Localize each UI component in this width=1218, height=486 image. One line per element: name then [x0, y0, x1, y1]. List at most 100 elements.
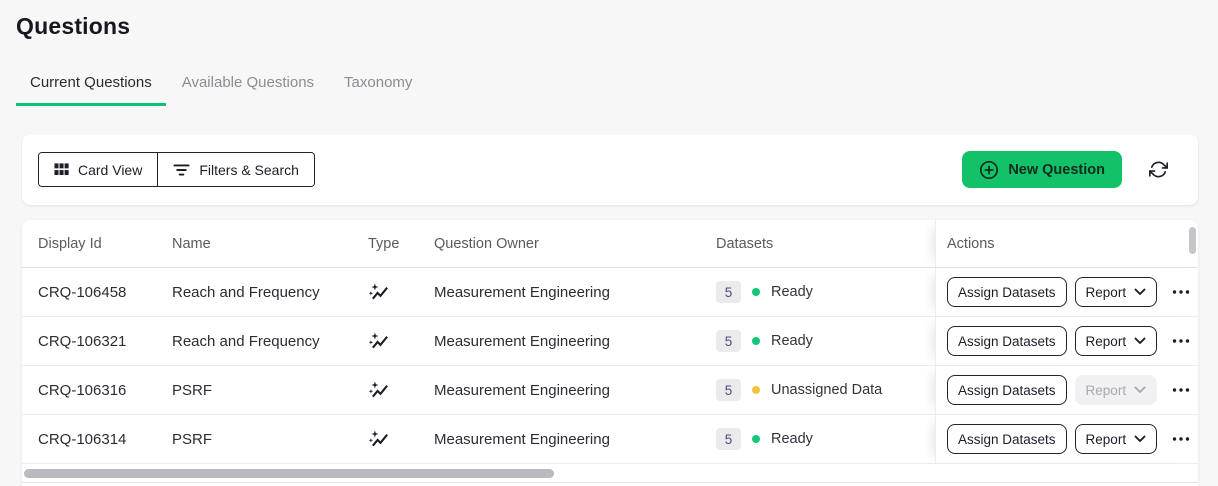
datasets-cell: 5 Ready: [711, 281, 935, 303]
type-cell: [368, 380, 434, 401]
status-dot: [752, 337, 760, 345]
name-cell: PSRF: [172, 431, 368, 448]
name-cell: PSRF: [172, 382, 368, 399]
owner-cell: Measurement Engineering: [434, 382, 711, 399]
name-cell: Reach and Frequency: [172, 333, 368, 350]
report-button[interactable]: Report: [1075, 326, 1158, 356]
status-label: Ready: [771, 431, 813, 447]
status-label: Ready: [771, 284, 813, 300]
sparkle-trend-icon: [368, 429, 391, 450]
status-dot: [752, 386, 760, 394]
display-id-cell: CRQ-106321: [22, 333, 172, 350]
table-row: CRQ-106314 PSRF Measurement Engineering …: [22, 415, 1198, 464]
datasets-count-badge: 5: [716, 281, 741, 303]
actions-cell: Assign Datasets Report: [935, 415, 1198, 463]
table-row: CRQ-106316 PSRF Measurement Engineering …: [22, 366, 1198, 415]
column-header-name[interactable]: Name: [172, 236, 368, 252]
more-actions-button[interactable]: [1167, 335, 1195, 347]
chevron-down-icon: [1134, 337, 1146, 345]
ellipsis-icon: [1172, 437, 1190, 441]
assign-datasets-label: Assign Datasets: [958, 432, 1056, 447]
datasets-cell: 5 Ready: [711, 330, 935, 352]
datasets-count-badge: 5: [716, 379, 741, 401]
assign-datasets-button[interactable]: Assign Datasets: [947, 424, 1067, 454]
column-header-actions: Actions: [935, 220, 1198, 267]
assign-datasets-label: Assign Datasets: [958, 334, 1056, 349]
owner-cell: Measurement Engineering: [434, 333, 711, 350]
display-id-cell: CRQ-106458: [22, 284, 172, 301]
horizontal-scrollbar-thumb[interactable]: [24, 469, 554, 478]
sparkle-trend-icon: [368, 331, 391, 352]
ellipsis-icon: [1172, 388, 1190, 392]
report-button[interactable]: Report: [1075, 424, 1158, 454]
status-label: Ready: [771, 333, 813, 349]
toolbar-right: New Question: [962, 151, 1182, 188]
sparkle-trend-icon: [368, 380, 391, 401]
type-cell: [368, 282, 434, 303]
datasets-count-badge: 5: [716, 428, 741, 450]
status-dot: [752, 435, 760, 443]
tab-bar: Current Questions Available Questions Ta…: [16, 74, 426, 106]
vertical-scrollbar-thumb[interactable]: [1189, 227, 1196, 254]
report-label: Report: [1086, 285, 1127, 300]
tab-taxonomy[interactable]: Taxonomy: [330, 74, 426, 106]
ellipsis-icon: [1172, 290, 1190, 294]
plus-circle-icon: [979, 160, 999, 180]
actions-cell: Assign Datasets Report: [935, 268, 1198, 316]
table-body: CRQ-106458 Reach and Frequency Measureme…: [22, 268, 1198, 464]
actions-cell: Assign Datasets Report: [935, 366, 1198, 414]
more-actions-button[interactable]: [1167, 286, 1195, 298]
display-id-cell: CRQ-106316: [22, 382, 172, 399]
chevron-down-icon: [1134, 386, 1146, 394]
type-cell: [368, 331, 434, 352]
column-header-owner[interactable]: Question Owner: [434, 236, 711, 252]
assign-datasets-button[interactable]: Assign Datasets: [947, 326, 1067, 356]
filters-search-button[interactable]: Filters & Search: [157, 153, 314, 186]
refresh-button[interactable]: [1147, 158, 1170, 181]
ellipsis-icon: [1172, 339, 1190, 343]
report-label: Report: [1086, 334, 1127, 349]
chevron-down-icon: [1134, 435, 1146, 443]
report-button[interactable]: Report: [1075, 277, 1158, 307]
datasets-cell: 5 Ready: [711, 428, 935, 450]
status-dot: [752, 288, 760, 296]
owner-cell: Measurement Engineering: [434, 284, 711, 301]
actions-cell: Assign Datasets Report: [935, 317, 1198, 365]
tab-current-questions[interactable]: Current Questions: [16, 74, 166, 106]
display-id-cell: CRQ-106314: [22, 431, 172, 448]
status-label: Unassigned Data: [771, 382, 882, 398]
toolbar: Card View Filters & Search New Question: [22, 134, 1198, 205]
table-row: CRQ-106458 Reach and Frequency Measureme…: [22, 268, 1198, 317]
column-header-datasets[interactable]: Datasets: [711, 236, 935, 252]
assign-datasets-label: Assign Datasets: [958, 285, 1056, 300]
column-header-display-id[interactable]: Display Id: [22, 236, 172, 252]
questions-table: Display Id Name Type Question Owner Data…: [22, 220, 1198, 486]
column-header-type[interactable]: Type: [368, 236, 434, 252]
report-label: Report: [1086, 432, 1127, 447]
card-view-label: Card View: [78, 162, 142, 178]
card-view-button[interactable]: Card View: [39, 153, 157, 186]
sparkle-trend-icon: [368, 282, 391, 303]
assign-datasets-label: Assign Datasets: [958, 383, 1056, 398]
view-filter-button-group: Card View Filters & Search: [38, 152, 315, 187]
assign-datasets-button[interactable]: Assign Datasets: [947, 375, 1067, 405]
datasets-cell: 5 Unassigned Data: [711, 379, 935, 401]
new-question-button[interactable]: New Question: [962, 151, 1122, 188]
report-button[interactable]: Report: [1075, 375, 1158, 405]
report-label: Report: [1086, 383, 1127, 398]
horizontal-scrollbar: [22, 464, 1198, 483]
more-actions-button[interactable]: [1167, 384, 1195, 396]
table-header-row: Display Id Name Type Question Owner Data…: [22, 220, 1198, 268]
grid-icon: [54, 162, 69, 177]
tab-available-questions[interactable]: Available Questions: [168, 74, 328, 106]
chevron-down-icon: [1134, 288, 1146, 296]
page-title: Questions: [16, 13, 130, 40]
refresh-icon: [1149, 160, 1168, 179]
assign-datasets-button[interactable]: Assign Datasets: [947, 277, 1067, 307]
filters-search-label: Filters & Search: [199, 162, 299, 178]
owner-cell: Measurement Engineering: [434, 431, 711, 448]
type-cell: [368, 429, 434, 450]
table-row: CRQ-106321 Reach and Frequency Measureme…: [22, 317, 1198, 366]
datasets-count-badge: 5: [716, 330, 741, 352]
more-actions-button[interactable]: [1167, 433, 1195, 445]
